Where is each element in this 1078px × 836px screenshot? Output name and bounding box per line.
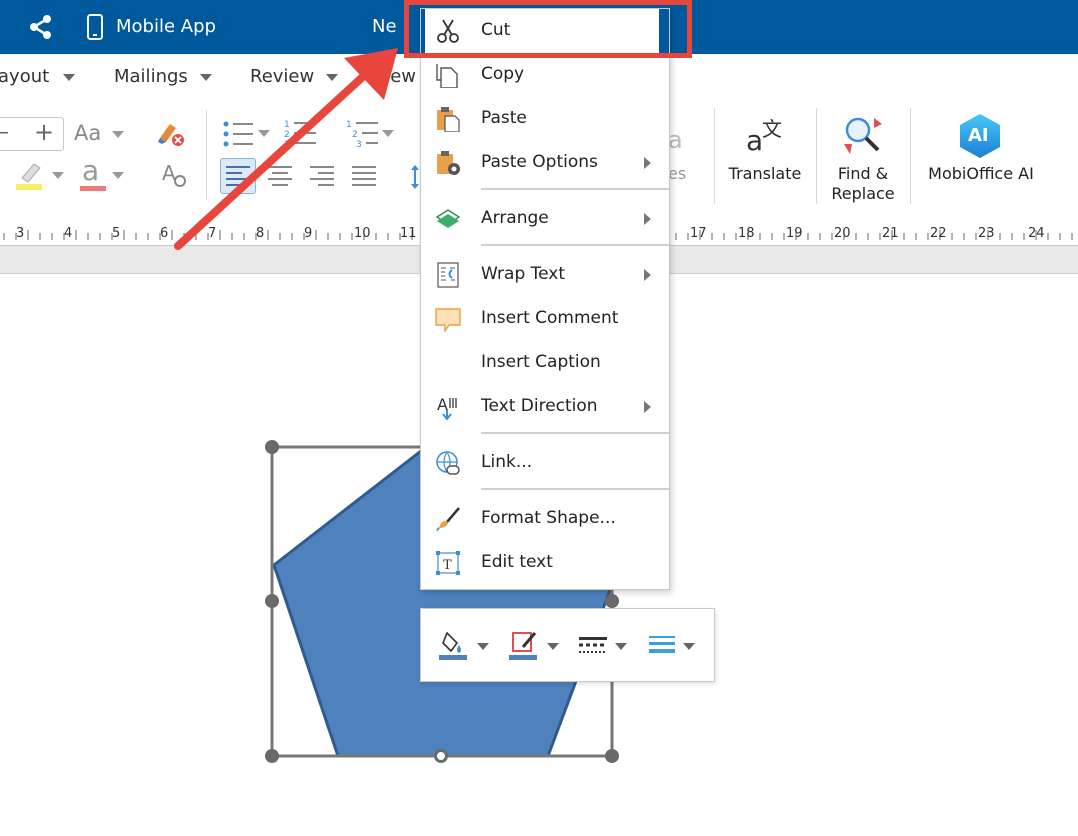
annotation-arrow bbox=[174, 48, 398, 250]
